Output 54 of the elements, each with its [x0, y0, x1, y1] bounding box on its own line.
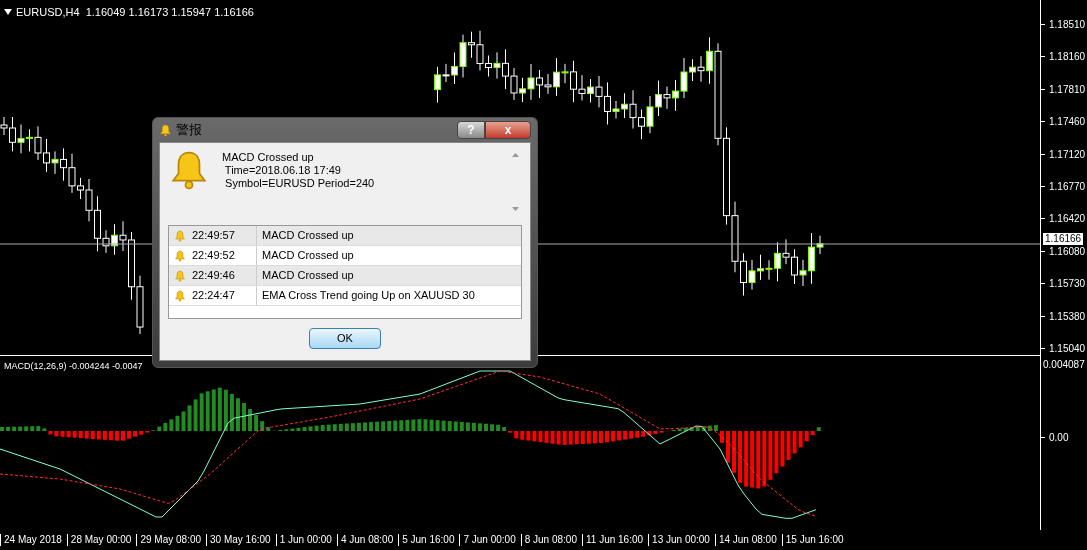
time-axis-label: 24 May 2018: [0, 534, 67, 546]
time-axis-label: 13 Jun 00:00: [648, 534, 715, 546]
price-axis-label: 1.17810: [1049, 82, 1086, 97]
macd-label: MACD(12,26,9) -0.004244 -0.0047: [4, 360, 143, 373]
dialog-title: 警报: [176, 121, 202, 140]
time-axis-label: 30 May 16:00: [206, 534, 276, 546]
alert-time: 22:49:52: [192, 248, 235, 264]
macd-axis-label: 0.004087: [1042, 358, 1086, 372]
price-axis-label: 1.16770: [1049, 179, 1086, 194]
dropdown-triangle-icon[interactable]: [4, 9, 12, 16]
ok-button[interactable]: OK: [309, 328, 381, 349]
alert-text: EMA Cross Trend going Up on XAUUSD 30: [261, 288, 475, 304]
bell-icon: [174, 249, 186, 262]
alert-message-line: Time=2018.06.18 17:49: [223, 164, 342, 177]
price-axis-label: 1.18510: [1049, 18, 1086, 32]
alert-row[interactable]: 22:24:47 EMA Cross Trend going Up on XAUUSD 30: [169, 286, 521, 306]
price-axis-label: 1.16080: [1049, 244, 1086, 259]
alert-row[interactable]: 22:49:52 MACD Crossed up: [169, 246, 521, 266]
alert-time: 22:49:57: [192, 228, 235, 244]
chart-header: EURUSD,H4 1.16049 1.16173 1.15947 1.16166: [16, 5, 254, 20]
alert-text: MACD Crossed up: [261, 248, 354, 264]
scroll-up-icon[interactable]: [511, 153, 519, 157]
bell-icon: [174, 269, 186, 282]
scroll-down-icon[interactable]: [511, 207, 519, 211]
alert-text: MACD Crossed up: [261, 268, 354, 284]
alert-row[interactable]: 22:49:46 MACD Crossed up: [169, 266, 521, 286]
price-axis-label: 1.17120: [1049, 147, 1086, 162]
alert-row[interactable]: 22:49:57 MACD Crossed up: [169, 226, 521, 246]
price-axis-label: 1.15730: [1049, 277, 1086, 292]
time-axis-label: 11 Jun 16:00: [582, 534, 649, 546]
time-axis-label: 7 Jun 00:00: [459, 534, 521, 546]
time-axis-label: 29 May 08:00: [136, 534, 207, 546]
alert-time: 22:24:47: [192, 288, 235, 304]
price-axis-label: 1.17460: [1049, 115, 1086, 130]
bell-icon: [174, 289, 186, 302]
bell-icon: [174, 229, 186, 242]
alert-time: 22:49:46: [192, 268, 235, 284]
time-axis-label: 14 Jun 08:00: [714, 534, 782, 546]
alert-message-line: MACD Crossed up: [222, 151, 315, 164]
time-axis-label: 4 Jun 08:00: [336, 534, 399, 546]
time-axis-label: 15 Jun 16:00: [781, 534, 849, 546]
price-axis-label: 1.15040: [1049, 341, 1086, 356]
macd-axis-label: 0.00: [1049, 431, 1069, 445]
time-axis-label: 5 Jun 16:00: [398, 534, 460, 546]
price-axis-label: 1.15380: [1049, 309, 1086, 324]
alert-text: MACD Crossed up: [261, 228, 354, 244]
bell-icon: [159, 123, 172, 137]
time-axis-label: 28 May 00:00: [66, 534, 137, 546]
price-axis-label: 1.18160: [1049, 50, 1086, 65]
price-axis-label: 1.16420: [1049, 212, 1086, 227]
time-axis-label: 8 Jun 08:00: [520, 534, 582, 546]
time-axis-label: 1 Jun 00:00: [275, 534, 337, 546]
current-price-label: 1.16166: [1043, 233, 1084, 245]
alert-message-line: Symbol=EURUSD Period=240: [224, 177, 376, 190]
